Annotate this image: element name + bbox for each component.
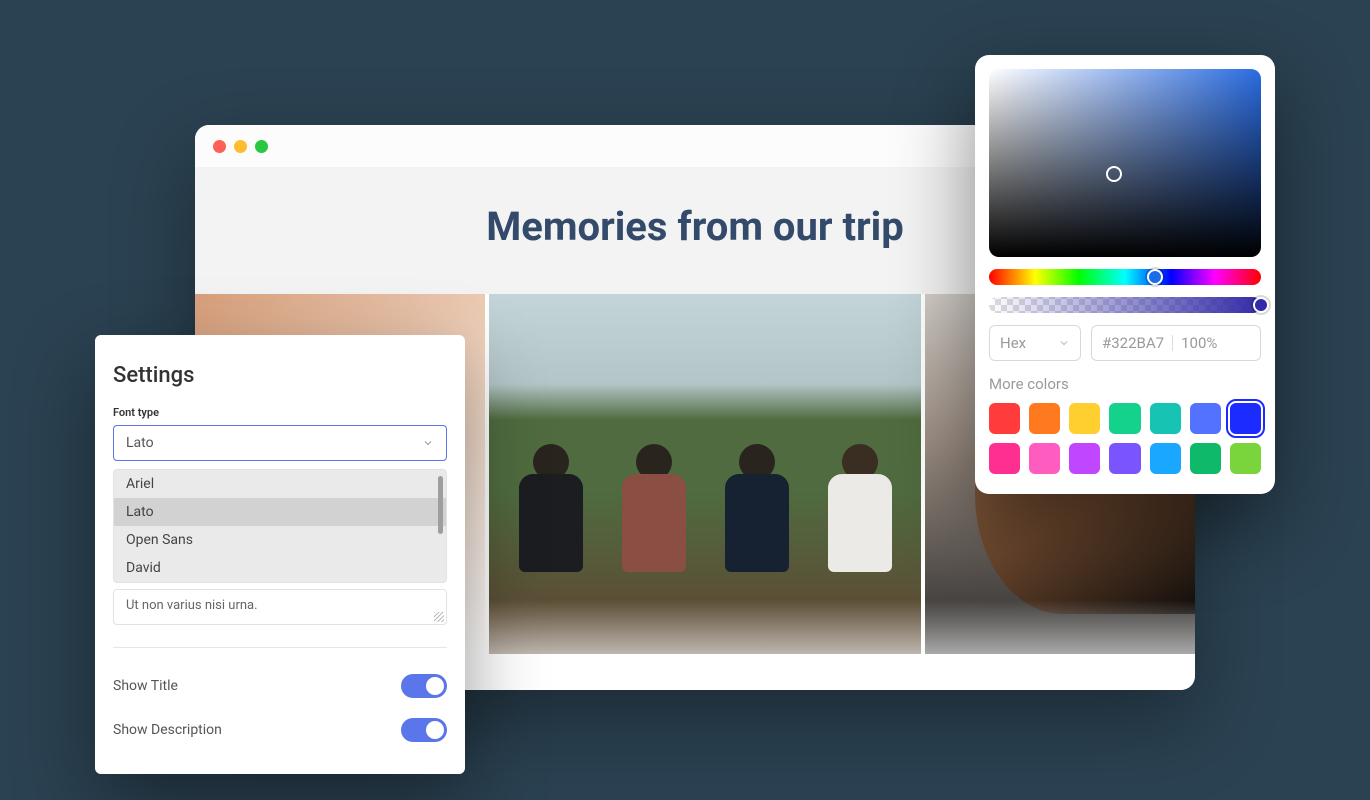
font-option-ariel[interactable]: Ariel: [114, 470, 446, 498]
swatch-red[interactable]: [989, 403, 1020, 434]
swatch-emerald[interactable]: [1190, 443, 1221, 474]
hex-code: #322BA7: [1102, 334, 1164, 352]
swatch-lime[interactable]: [1230, 443, 1261, 474]
swatch-blue[interactable]: [1190, 403, 1221, 434]
swatch-skyblue[interactable]: [1150, 443, 1181, 474]
settings-title: Settings: [113, 363, 447, 388]
swatch-pink[interactable]: [1029, 443, 1060, 474]
show-title-row: Show Title: [113, 664, 447, 708]
swatch-magenta[interactable]: [989, 443, 1020, 474]
show-title-toggle[interactable]: [401, 674, 447, 698]
hex-value-input[interactable]: #322BA7 100%: [1091, 325, 1261, 361]
description-value: Ut non varius nisi urna.: [126, 598, 258, 613]
chevron-down-icon: [1058, 337, 1070, 349]
color-field-cursor-icon[interactable]: [1106, 166, 1122, 182]
font-type-selected-value: Lato: [126, 435, 154, 451]
alpha-thumb-icon[interactable]: [1253, 297, 1269, 313]
swatch-teal[interactable]: [1150, 403, 1181, 434]
window-minimize-button[interactable]: [234, 140, 247, 153]
divider: [113, 647, 447, 648]
chevron-down-icon: [422, 437, 434, 449]
show-description-label: Show Description: [113, 722, 222, 738]
font-option-opensans[interactable]: Open Sans: [114, 526, 446, 554]
swatch-violet[interactable]: [1109, 443, 1140, 474]
window-close-button[interactable]: [213, 140, 226, 153]
gallery-photo-2: [489, 294, 921, 654]
color-format-value: Hex: [1000, 334, 1026, 352]
separator: [1172, 335, 1173, 351]
color-saturation-field[interactable]: [989, 69, 1261, 257]
color-format-select[interactable]: Hex: [989, 325, 1081, 361]
settings-panel: Settings Font type Lato Ariel Lato Open …: [95, 335, 465, 774]
swatch-green[interactable]: [1109, 403, 1140, 434]
photo-people: [499, 424, 911, 584]
font-type-dropdown: Ariel Lato Open Sans David: [113, 469, 447, 583]
hue-thumb-icon[interactable]: [1147, 269, 1163, 285]
hue-slider[interactable]: [989, 269, 1261, 285]
swatch-yellow[interactable]: [1069, 403, 1100, 434]
swatch-grid: [989, 403, 1261, 474]
show-title-label: Show Title: [113, 678, 178, 694]
description-textarea[interactable]: Ut non varius nisi urna.: [113, 589, 447, 625]
swatch-orange[interactable]: [1029, 403, 1060, 434]
more-colors-label: More colors: [989, 375, 1261, 393]
font-option-david[interactable]: David: [114, 554, 446, 582]
show-description-row: Show Description: [113, 708, 447, 752]
dropdown-scrollbar[interactable]: [438, 476, 443, 534]
swatch-royalblue[interactable]: [1230, 403, 1261, 434]
color-picker-panel: Hex #322BA7 100% More colors: [975, 55, 1275, 494]
alpha-slider[interactable]: [989, 297, 1261, 313]
window-maximize-button[interactable]: [255, 140, 268, 153]
font-option-lato[interactable]: Lato: [114, 498, 446, 526]
swatch-purple[interactable]: [1069, 443, 1100, 474]
font-type-select[interactable]: Lato: [113, 425, 447, 461]
show-description-toggle[interactable]: [401, 718, 447, 742]
opacity-value: 100%: [1181, 334, 1217, 352]
font-type-label: Font type: [113, 406, 447, 419]
resize-handle-icon[interactable]: [434, 612, 444, 622]
